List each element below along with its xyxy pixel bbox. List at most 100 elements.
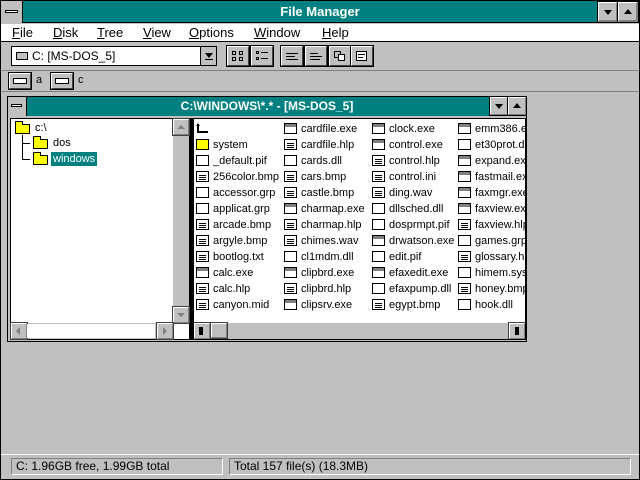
file-name: cars.bmp — [301, 171, 347, 183]
scroll-left-button[interactable] — [194, 322, 211, 339]
file-item[interactable]: emm386.exe — [458, 121, 525, 137]
scroll-right-button[interactable] — [156, 322, 174, 340]
directory-tree[interactable]: c:\ dos windows — [10, 118, 190, 340]
file-item[interactable]: himem.sys — [458, 265, 525, 281]
program-icon — [458, 187, 471, 198]
file-name: fastmail.exe — [475, 171, 525, 183]
file-item[interactable]: calc.exe — [196, 265, 279, 281]
file-item[interactable]: efaxedit.exe — [372, 265, 454, 281]
file-item[interactable]: clipbrd.hlp — [284, 281, 365, 297]
file-item[interactable]: cars.bmp — [284, 169, 365, 185]
menu-help[interactable]: Help — [322, 24, 349, 42]
child-minimize-button[interactable] — [489, 96, 509, 116]
drive-bar: a c — [1, 70, 639, 92]
file-item[interactable]: cards.dll — [284, 153, 365, 169]
file-item[interactable]: cl1mdm.dll — [284, 249, 365, 265]
file-item[interactable]: accessor.grp — [196, 185, 279, 201]
file-item[interactable]: cardfile.hlp — [284, 137, 365, 153]
child-system-menu-button[interactable] — [8, 97, 27, 116]
file-item[interactable]: applicat.grp — [196, 201, 279, 217]
minimize-button[interactable] — [597, 1, 619, 23]
file-item[interactable]: charmap.hlp — [284, 217, 365, 233]
file-item[interactable]: clipbrd.exe — [284, 265, 365, 281]
child-maximize-button[interactable] — [507, 96, 527, 116]
open-folder-icon — [15, 121, 30, 134]
file-item[interactable]: control.hlp — [372, 153, 454, 169]
drive-select-dropdown-button[interactable] — [200, 47, 216, 65]
file-item[interactable]: castle.bmp — [284, 185, 365, 201]
file-item[interactable]: cardfile.exe — [284, 121, 365, 137]
view-list-button[interactable] — [250, 45, 274, 67]
copy-disk-button[interactable] — [328, 45, 352, 67]
file-item[interactable]: ding.wav — [372, 185, 454, 201]
scroll-right-button[interactable] — [508, 322, 525, 339]
file-item[interactable]: clipsrv.exe — [284, 297, 365, 313]
drive-c-label: c — [78, 74, 84, 86]
file-item[interactable]: egypt.bmp — [372, 297, 454, 313]
menu-view[interactable]: View — [143, 24, 171, 42]
file-item[interactable]: games.grp — [458, 233, 525, 249]
file-item[interactable]: chimes.wav — [284, 233, 365, 249]
tree-item-windows[interactable]: windows — [31, 152, 111, 166]
system-menu-button[interactable] — [1, 1, 23, 23]
menu-window[interactable]: Window — [254, 24, 300, 42]
document-icon — [284, 171, 297, 182]
file-item[interactable]: argyle.bmp — [196, 233, 279, 249]
file-item[interactable]: faxmgr.exe — [458, 185, 525, 201]
scroll-thumb[interactable] — [210, 322, 228, 339]
file-horizontal-scrollbar[interactable] — [194, 322, 525, 339]
file-item[interactable]: arcade.bmp — [196, 217, 279, 233]
tree-vertical-scrollbar[interactable] — [172, 118, 190, 324]
file-item[interactable]: clock.exe — [372, 121, 454, 137]
file-item[interactable]: drwatson.exe — [372, 233, 454, 249]
file-item[interactable]: fastmail.exe — [458, 169, 525, 185]
file-column: system _default.pif 256color.bmp accessor.g… — [196, 121, 279, 313]
file-item[interactable]: canyon.mid — [196, 297, 279, 313]
scroll-up-button[interactable] — [172, 118, 190, 136]
menu-disk[interactable]: Disk — [53, 24, 78, 42]
file-item[interactable]: charmap.exe — [284, 201, 365, 217]
file-list[interactable]: system _default.pif 256color.bmp accessor.g… — [193, 118, 526, 340]
menu-options[interactable]: Options — [189, 24, 234, 42]
file-item[interactable]: edit.pif — [372, 249, 454, 265]
file-item[interactable]: et30prot.dll — [458, 137, 525, 153]
menu-tree[interactable]: Tree — [97, 24, 123, 42]
file-item[interactable]: hook.dll — [458, 297, 525, 313]
maximize-button[interactable] — [617, 1, 639, 23]
file-item[interactable]: control.ini — [372, 169, 454, 185]
file-item[interactable]: calc.hlp — [196, 281, 279, 297]
file-name: efaxpump.dll — [389, 283, 452, 295]
title-bar[interactable]: File Manager — [1, 1, 639, 23]
scroll-left-button[interactable] — [10, 322, 28, 340]
directory-window-title-bar[interactable]: C:\WINDOWS\*.* - [MS-DOS_5] — [8, 96, 527, 116]
file-item[interactable]: efaxpump.dll — [372, 281, 454, 297]
view-large-icons-button[interactable] — [226, 45, 250, 67]
file-item[interactable]: expand.exe — [458, 153, 525, 169]
file-item[interactable]: dosprmpt.pif — [372, 217, 454, 233]
document-icon — [196, 171, 209, 182]
file-item[interactable]: faxview.hlp — [458, 217, 525, 233]
file-item[interactable]: faxview.exe — [458, 201, 525, 217]
icon-line — [310, 59, 320, 60]
file-item[interactable]: 256color.bmp — [196, 169, 279, 185]
sort-by-type-button[interactable] — [304, 45, 328, 67]
file-item[interactable]: bootlog.txt — [196, 249, 279, 265]
file-item[interactable] — [196, 121, 279, 137]
system-menu-icon — [5, 10, 18, 13]
file-item[interactable]: honey.bmp — [458, 281, 525, 297]
drive-select[interactable]: C: [MS-DOS_5] — [11, 46, 217, 66]
file-column: clock.exe control.exe control.hlp control.i… — [372, 121, 454, 313]
file-item[interactable]: _default.pif — [196, 153, 279, 169]
menu-options-accel: O — [189, 25, 200, 40]
file-item[interactable]: glossary.hlp — [458, 249, 525, 265]
scroll-down-button[interactable] — [172, 306, 190, 324]
tree-horizontal-scrollbar[interactable] — [10, 322, 174, 340]
menu-file[interactable]: File — [12, 24, 33, 42]
file-item[interactable]: control.exe — [372, 137, 454, 153]
properties-button[interactable] — [350, 45, 374, 67]
file-item[interactable]: dllsched.dll — [372, 201, 454, 217]
scroll-track[interactable] — [27, 324, 155, 338]
sort-by-name-button[interactable] — [280, 45, 304, 67]
scroll-track[interactable] — [228, 324, 508, 338]
file-item[interactable]: system — [196, 137, 279, 153]
